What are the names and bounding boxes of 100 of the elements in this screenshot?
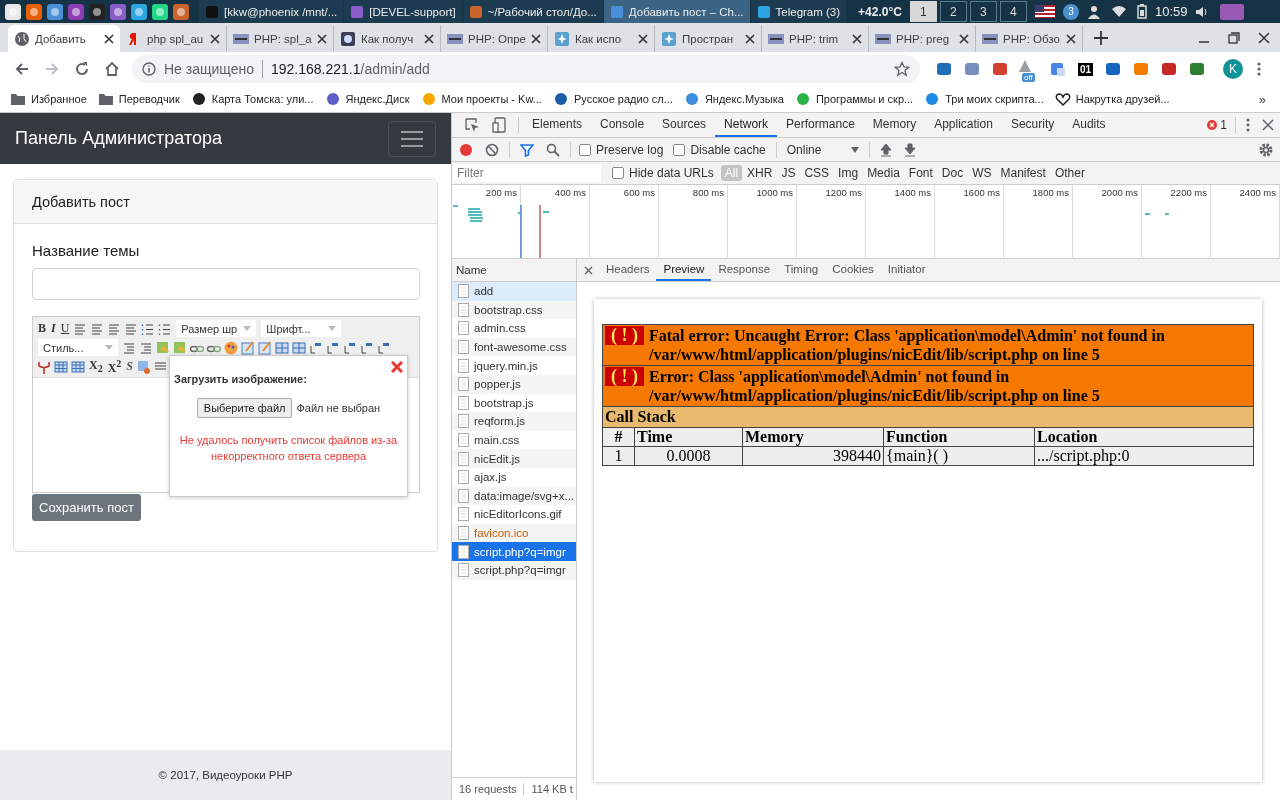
table-icon[interactable] [70,358,86,375]
inspect-icon[interactable] [464,117,480,133]
request-row[interactable]: nicEdit.js [452,449,576,468]
type-filter-button[interactable]: Img [834,165,863,181]
image-icon[interactable] [136,358,153,375]
back-icon[interactable] [14,61,30,77]
clock[interactable]: 10:59 [1154,4,1188,19]
title-input[interactable] [32,268,420,300]
close-icon[interactable] [1066,33,1076,44]
font-size-select[interactable]: Размер шр [176,320,257,337]
wifi-icon[interactable] [1110,5,1127,18]
volume-icon[interactable] [1195,5,1210,18]
settings-icon[interactable] [1258,141,1274,158]
close-icon[interactable] [638,33,648,44]
close-icon[interactable] [424,33,434,44]
extension-icon[interactable] [964,61,980,77]
detail-tab[interactable]: Response [711,259,778,281]
format-button[interactable]: X$_{2}$ [87,357,105,376]
detail-tab[interactable]: Headers [599,259,657,281]
close-icon[interactable] [210,33,220,44]
user-icon[interactable] [1086,4,1101,19]
type-filter-button[interactable]: JS [777,165,800,181]
menu-icon[interactable] [1257,61,1262,77]
address-field[interactable]: Не защищено 192.168.221.1/admin/add [132,55,920,83]
clear-icon[interactable] [485,142,499,157]
taskbar-task[interactable]: ~/Рабочий стол/До... [462,0,603,23]
extension-icon[interactable] [1189,61,1206,77]
devtools-tab[interactable]: Console [591,113,654,137]
workspace-button[interactable]: 3 [969,1,997,22]
request-row[interactable]: data:image/svg+x... [452,486,576,506]
close-icon[interactable] [1262,119,1274,131]
request-row[interactable]: popper.js [452,374,576,394]
devtools-tab[interactable]: Memory [863,113,926,137]
column-header[interactable]: Name [452,259,576,282]
devtools-tab[interactable]: Security [1001,113,1064,137]
request-row[interactable]: add [452,282,576,301]
taskbar-task[interactable]: Telegram (3) [750,0,847,23]
app-launcher-icon[interactable] [88,2,106,21]
extension-icon[interactable] [1105,61,1122,77]
detail-tab[interactable]: Cookies [825,259,881,281]
devtools-tab[interactable]: Application [925,113,1002,137]
table-icon[interactable] [291,339,307,356]
bookmark[interactable]: Яндекс.Диск [324,92,410,106]
brand-title[interactable]: Панель Администратора [15,128,223,149]
taskbar-task[interactable]: Добавить пост – Ch... [603,0,750,23]
type-filter-button[interactable]: Manifest [996,165,1050,181]
home-icon[interactable] [104,61,120,77]
type-filter-button[interactable]: Doc [937,165,968,181]
star-icon[interactable] [894,61,910,77]
request-row[interactable]: jquery.min.js [452,356,576,375]
upload-icon[interactable] [880,142,893,157]
app-launcher-icon[interactable] [67,2,85,21]
filter-icon[interactable] [520,142,534,157]
translate-icon[interactable] [1050,61,1066,77]
type-filter-button[interactable]: Other [1050,165,1089,181]
bookmark[interactable]: Переводчик [97,92,180,106]
extension-icon[interactable] [936,61,952,77]
filter-field[interactable]: Filter [453,164,601,182]
format-button[interactable]: S [124,357,136,376]
type-filter-button[interactable]: CSS [800,165,834,181]
reload-icon[interactable] [74,61,90,77]
app-launcher-icon[interactable] [130,2,148,21]
extension-icon[interactable] [992,61,1008,77]
disable-cache-checkbox[interactable]: Disable cache [673,142,766,157]
type-filter-button[interactable]: Media [863,165,904,181]
app-icon[interactable] [1219,2,1246,21]
close-icon[interactable] [584,265,593,275]
format-button[interactable]: I [49,319,58,338]
close-icon[interactable] [1258,32,1270,44]
search-icon[interactable] [546,142,560,157]
detail-tab[interactable]: Timing [777,259,826,281]
request-row[interactable]: admin.css [452,319,576,338]
preserve-log-checkbox[interactable]: Preserve log [579,142,664,157]
app-launcher-icon[interactable] [172,2,190,21]
request-row[interactable]: font-awesome.css [452,337,576,357]
request-row[interactable]: main.css [452,430,576,450]
taskbar-task[interactable]: [kkw@phoenix /mnt/... [199,0,344,23]
close-icon[interactable] [745,33,755,44]
app-launcher-icon[interactable] [151,2,169,21]
menu-toggle-button[interactable] [388,120,436,157]
extension-icon[interactable]: 01 [1078,62,1094,76]
more-bookmarks[interactable]: » [1258,91,1266,107]
detail-tab[interactable]: Initiator [880,259,933,281]
bookmark[interactable]: Избранное [10,92,87,106]
flag-icon[interactable] [1034,5,1055,18]
workspace-button[interactable]: 4 [999,1,1027,22]
request-row[interactable]: nicEditorIcons.gif [452,505,576,524]
app-launcher-icon[interactable] [46,2,64,21]
choose-file-button[interactable]: Выберите файл [196,398,293,418]
download-icon[interactable] [904,142,917,157]
browser-tab[interactable]: Добавить [8,25,120,52]
battery-icon[interactable] [1136,4,1147,19]
devtools-tab[interactable]: Performance [777,113,864,137]
bookmark[interactable]: Три моих скрипта... [924,92,1044,106]
save-button[interactable]: Сохранить пост [32,494,141,521]
close-icon[interactable] [104,33,114,44]
format-button[interactable]: U [58,319,72,338]
error-counter[interactable]: 1 [1207,118,1227,132]
hide-data-urls-checkbox[interactable]: Hide data URLs [612,166,714,180]
close-icon[interactable] [959,33,969,44]
